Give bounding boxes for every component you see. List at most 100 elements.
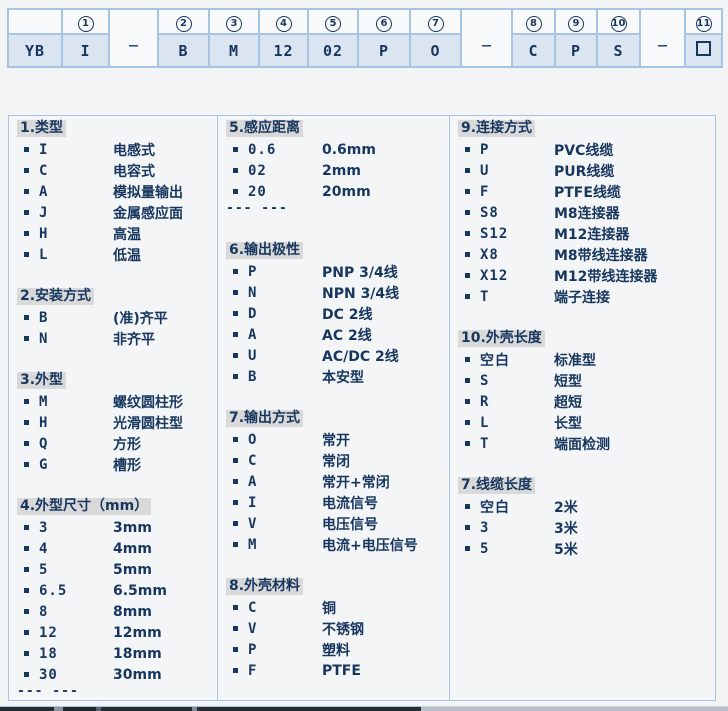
legend-item: 1818mm: [17, 643, 217, 664]
item-code: U: [480, 163, 554, 179]
legend-item: 2020mm: [226, 181, 449, 202]
item-code: V: [248, 516, 322, 532]
bullet-square-icon: [24, 420, 29, 425]
item-description: 超短: [554, 392, 582, 412]
legend-item: UPUR线缆: [458, 160, 715, 181]
legend-item: H光滑圆柱型: [17, 412, 217, 433]
legend-item: 33mm: [17, 517, 217, 538]
bullet-square-icon: [465, 252, 470, 257]
model-code-cell: B: [158, 34, 209, 67]
bullet-square-icon: [24, 168, 29, 173]
item-description: 高温: [113, 224, 141, 244]
bullet-square-icon: [233, 147, 238, 152]
ellipsis-row: --- ---: [226, 202, 449, 219]
bullet-square-icon: [465, 525, 470, 530]
model-code-cell: P: [358, 34, 410, 67]
section-title: 7.输出方式: [226, 408, 449, 429]
legend-section: 5.感应距离0.60.6mm022mm2020mm--- ---: [226, 118, 449, 219]
item-description: 电流信号: [322, 493, 378, 513]
separator-underscore: _: [482, 29, 491, 47]
bullet-square-icon: [233, 605, 238, 610]
legend-item: Q方形: [17, 433, 217, 454]
model-separator-cell: _: [109, 9, 158, 67]
bullet-square-icon: [465, 357, 470, 362]
item-description: 标准型: [554, 350, 596, 370]
item-description: AC 2线: [322, 325, 372, 345]
legend-item: AAC 2线: [226, 324, 449, 345]
legend-item: 55mm: [17, 559, 217, 580]
bullet-square-icon: [24, 231, 29, 236]
item-code: M: [39, 394, 113, 410]
legend-section: 7.线缆长度空白2米33米55米: [458, 475, 715, 559]
section-title-text: 7.线缆长度: [458, 477, 535, 494]
circled-number-badge: 1: [78, 16, 94, 32]
model-code-text: 02: [323, 42, 343, 60]
legend-item: 空白2米: [458, 496, 715, 517]
bullet-square-icon: [465, 189, 470, 194]
item-description: 铜: [322, 598, 336, 618]
bullet-square-icon: [233, 311, 238, 316]
item-code: 12: [39, 625, 113, 641]
item-code: I: [248, 495, 322, 511]
item-code: X12: [480, 268, 554, 284]
model-code-text: S: [613, 42, 623, 60]
bullet-square-icon: [24, 651, 29, 656]
bullet-square-icon: [24, 588, 29, 593]
circled-number-badge: 5: [325, 16, 341, 32]
bullet-square-icon: [465, 147, 470, 152]
bullet-square-icon: [465, 546, 470, 551]
bullet-square-icon: [465, 168, 470, 173]
legend-item: 022mm: [226, 160, 449, 181]
legend-section: 9.连接方式PPVC线缆UPUR线缆FPTFE线缆S8M8连接器S12M12连接…: [458, 118, 715, 307]
legend-item: I电流信号: [226, 492, 449, 513]
bullet-square-icon: [233, 521, 238, 526]
legend-item: C铜: [226, 597, 449, 618]
item-code: A: [39, 184, 113, 200]
item-code: 5: [39, 562, 113, 578]
legend-item: V电压信号: [226, 513, 449, 534]
item-code: N: [248, 285, 322, 301]
item-description: 不锈钢: [322, 619, 364, 639]
model-code-text: M: [229, 42, 239, 60]
legend-item: 1212mm: [17, 622, 217, 643]
item-description: 12mm: [113, 625, 162, 641]
item-description: DC 2线: [322, 304, 373, 324]
bullet-square-icon: [233, 290, 238, 295]
item-code: D: [248, 306, 322, 322]
section-title-text: 3.外型: [17, 372, 66, 389]
item-description: 方形: [113, 434, 141, 454]
legend-item: PPNP 3/4线: [226, 261, 449, 282]
bullet-square-icon: [24, 315, 29, 320]
item-code: H: [39, 226, 113, 242]
item-code: X8: [480, 247, 554, 263]
bullet-square-icon: [233, 332, 238, 337]
item-code: J: [39, 205, 113, 221]
model-code-text: O: [430, 42, 440, 60]
bullet-square-icon: [233, 500, 238, 505]
item-code: 5: [480, 541, 554, 557]
sensor-ordering-guide-page: 1_234567_8910_11 YBIBM1202POCPS 1.类型I电感式…: [0, 0, 728, 711]
item-description: M8带线连接器: [554, 245, 648, 265]
item-code: P: [248, 264, 322, 280]
bullet-square-icon: [465, 294, 470, 299]
item-description: 光滑圆柱型: [113, 413, 183, 433]
bullet-square-icon: [24, 630, 29, 635]
item-description: 金属感应面: [113, 203, 183, 223]
bullet-square-icon: [24, 252, 29, 257]
bullet-square-icon: [233, 374, 238, 379]
item-description: 3米: [554, 518, 578, 538]
item-description: 30mm: [113, 667, 162, 683]
item-description: M8连接器: [554, 203, 620, 223]
section-title: 5.感应距离: [226, 118, 449, 139]
item-description: 模拟量输出: [113, 182, 183, 202]
circled-number-badge: 4: [276, 16, 292, 32]
circled-number-badge: 10: [611, 16, 627, 32]
legend-item: B本安型: [226, 366, 449, 387]
legend-column-3: 9.连接方式PPVC线缆UPUR线缆FPTFE线缆S8M8连接器S12M12连接…: [450, 116, 715, 700]
item-code: 18: [39, 646, 113, 662]
legend-item: V不锈钢: [226, 618, 449, 639]
item-description: 8mm: [113, 604, 152, 620]
legend-item: S12M12连接器: [458, 223, 715, 244]
bullet-square-icon: [24, 462, 29, 467]
circled-number-badge: 9: [568, 16, 584, 32]
